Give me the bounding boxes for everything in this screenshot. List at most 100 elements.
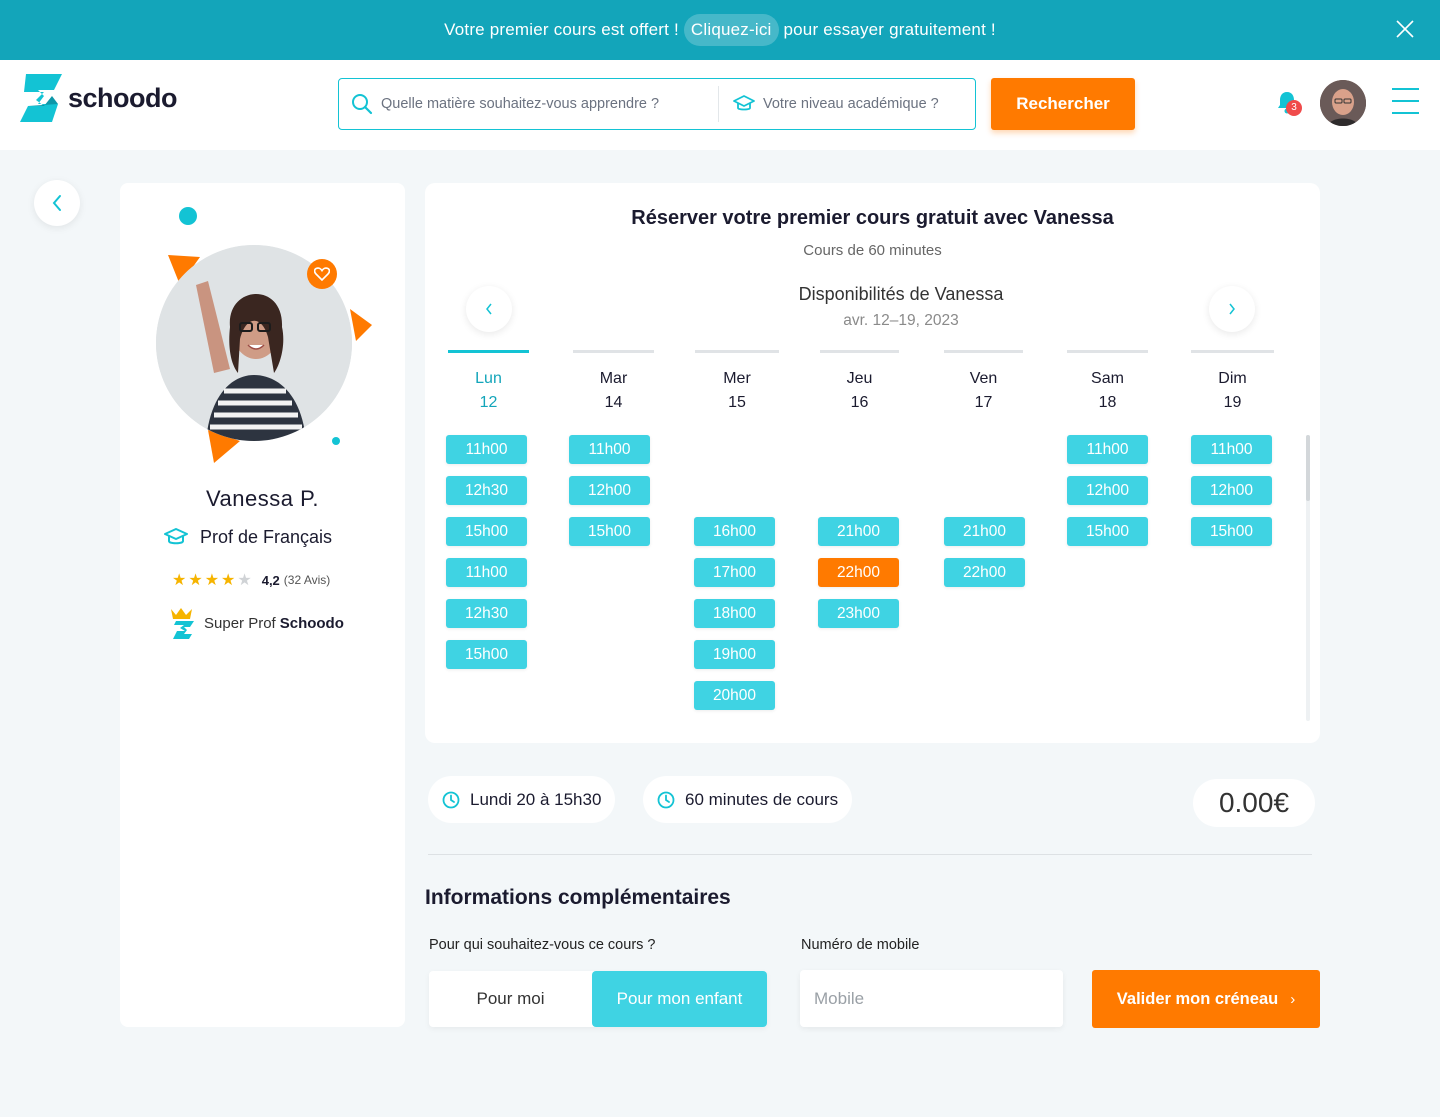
close-icon[interactable]: [1396, 20, 1414, 38]
mobile-input[interactable]: [800, 970, 1063, 1027]
option-for-child[interactable]: Pour mon enfant: [592, 971, 767, 1027]
level-search-field[interactable]: Votre niveau académique ?: [719, 79, 939, 129]
time-slot[interactable]: 22h00: [944, 558, 1025, 587]
time-slot[interactable]: 15h00: [446, 517, 527, 546]
scrollbar-thumb[interactable]: [1306, 435, 1310, 501]
teacher-subject-label: Prof de Français: [200, 526, 333, 547]
time-slot[interactable]: 16h00: [694, 517, 775, 546]
search-bar: Quelle matière souhaitez-vous apprendre …: [338, 78, 976, 130]
user-avatar-image: [1320, 80, 1366, 126]
day-name: Ven: [969, 370, 998, 387]
next-week-button[interactable]: [1209, 286, 1255, 332]
time-slot[interactable]: 15h00: [569, 517, 650, 546]
day-indicator: [944, 350, 1023, 353]
heart-icon: [314, 267, 330, 281]
teacher-name: Vanessa P.: [205, 486, 320, 511]
time-slot[interactable]: 15h00: [446, 640, 527, 669]
day-indicator: [573, 350, 654, 353]
rating-stars: ★★★★★: [172, 572, 254, 589]
user-avatar[interactable]: [1320, 80, 1366, 126]
subject-search-placeholder: Quelle matière souhaitez-vous apprendre …: [381, 96, 660, 112]
validate-slot-button[interactable]: Valider mon créneau ›: [1092, 970, 1320, 1028]
calendar-scrollbar[interactable]: [1306, 435, 1310, 721]
time-slot[interactable]: 12h00: [569, 476, 650, 505]
validate-slot-label: Valider mon créneau: [1116, 989, 1279, 1008]
graduation-cap-icon: [164, 528, 188, 545]
time-slot[interactable]: 11h00: [446, 558, 527, 587]
day-name: Sam: [1091, 370, 1124, 387]
time-slot[interactable]: 12h00: [1191, 476, 1272, 505]
time-slot[interactable]: 17h00: [694, 558, 775, 587]
previous-week-button[interactable]: [466, 286, 512, 332]
day-name: Jeu: [846, 370, 873, 387]
time-slot[interactable]: 11h00: [569, 435, 650, 464]
day-indicator: [695, 350, 779, 353]
super-prof-label: Super Prof: [204, 614, 276, 632]
chevron-left-icon: [52, 195, 61, 211]
day-indicator: [448, 350, 529, 353]
booking-title: Réserver votre premier cours gratuit ave…: [631, 207, 1114, 229]
time-slot[interactable]: 15h00: [1191, 517, 1272, 546]
time-slot[interactable]: 23h00: [818, 599, 899, 628]
chevron-right-icon: ›: [1290, 990, 1296, 1008]
clock-icon: [442, 791, 460, 808]
time-slot[interactable]: 21h00: [818, 517, 899, 546]
lesson-duration: 60 minutes de cours: [685, 789, 839, 809]
chevron-left-icon: [486, 303, 492, 315]
time-slot[interactable]: 12h30: [446, 599, 527, 628]
time-slot[interactable]: 19h00: [694, 640, 775, 669]
day-date: 12: [479, 394, 498, 411]
time-slot[interactable]: 15h00: [1067, 517, 1148, 546]
day-date: 17: [974, 394, 993, 411]
back-button[interactable]: [34, 180, 80, 226]
day-date: 19: [1223, 394, 1242, 411]
day-column-lun: Lun 12: [448, 350, 529, 415]
time-slot[interactable]: 11h00: [1191, 435, 1272, 464]
selected-datetime: Lundi 20 à 15h30: [470, 789, 602, 809]
review-count: (32 Avis): [283, 573, 331, 587]
day-date: 16: [850, 394, 869, 411]
time-slot[interactable]: 11h00: [446, 435, 527, 464]
day-column-ven: Ven 17: [944, 350, 1023, 415]
time-slot[interactable]: 11h00: [1067, 435, 1148, 464]
day-indicator: [1067, 350, 1148, 353]
favorite-button[interactable]: [307, 259, 337, 289]
notification-badge: 3: [1286, 100, 1302, 116]
notifications-button[interactable]: 3: [1276, 90, 1302, 118]
time-slot[interactable]: 20h00: [694, 681, 775, 710]
option-for-me[interactable]: Pour moi: [429, 971, 592, 1027]
duration-pill: 60 minutes de cours: [643, 776, 853, 823]
day-name: Lun: [475, 370, 502, 387]
promo-cta-link[interactable]: Cliquez-ici: [683, 14, 779, 46]
teacher-rating: ★★★★★ 4,2 (32 Avis): [172, 570, 330, 590]
promo-text-before: Votre premier cours est offert !: [444, 20, 679, 39]
time-slot[interactable]: 21h00: [944, 517, 1025, 546]
time-slot[interactable]: 22h00: [818, 558, 899, 587]
day-column-mar: Mar 14: [573, 350, 654, 415]
header: schoodo Quelle matière souhaitez-vous ap…: [0, 60, 1440, 150]
time-slot[interactable]: 12h00: [1067, 476, 1148, 505]
time-slot[interactable]: 18h00: [694, 599, 775, 628]
day-date: 15: [728, 394, 746, 411]
day-name: Dim: [1218, 370, 1247, 387]
promo-banner: Votre premier cours est offert ! Cliquez…: [0, 0, 1440, 60]
menu-icon[interactable]: [1392, 88, 1419, 118]
booking-subtitle: Cours de 60 minutes: [803, 242, 942, 259]
day-indicator: [820, 350, 899, 353]
time-slot[interactable]: 12h30: [446, 476, 527, 505]
logo-text: schoodo: [68, 82, 178, 113]
day-column-sam: Sam 18: [1067, 350, 1148, 415]
day-column-mer: Mer 15: [695, 350, 779, 415]
search-button[interactable]: Rechercher: [991, 78, 1135, 130]
divider: [428, 854, 1312, 855]
logo[interactable]: schoodo: [18, 74, 178, 122]
day-name: Mer: [723, 370, 751, 387]
day-column-jeu: Jeu 16: [820, 350, 899, 415]
rating-value: 4,2: [261, 572, 280, 588]
day-column-dim: Dim 19: [1191, 350, 1274, 415]
logo-icon: [20, 74, 62, 122]
teacher-subject: Prof de Français: [164, 526, 332, 548]
subject-search-field[interactable]: Quelle matière souhaitez-vous apprendre …: [339, 86, 719, 122]
chevron-right-icon: [1229, 303, 1235, 315]
clock-icon: [657, 791, 675, 808]
